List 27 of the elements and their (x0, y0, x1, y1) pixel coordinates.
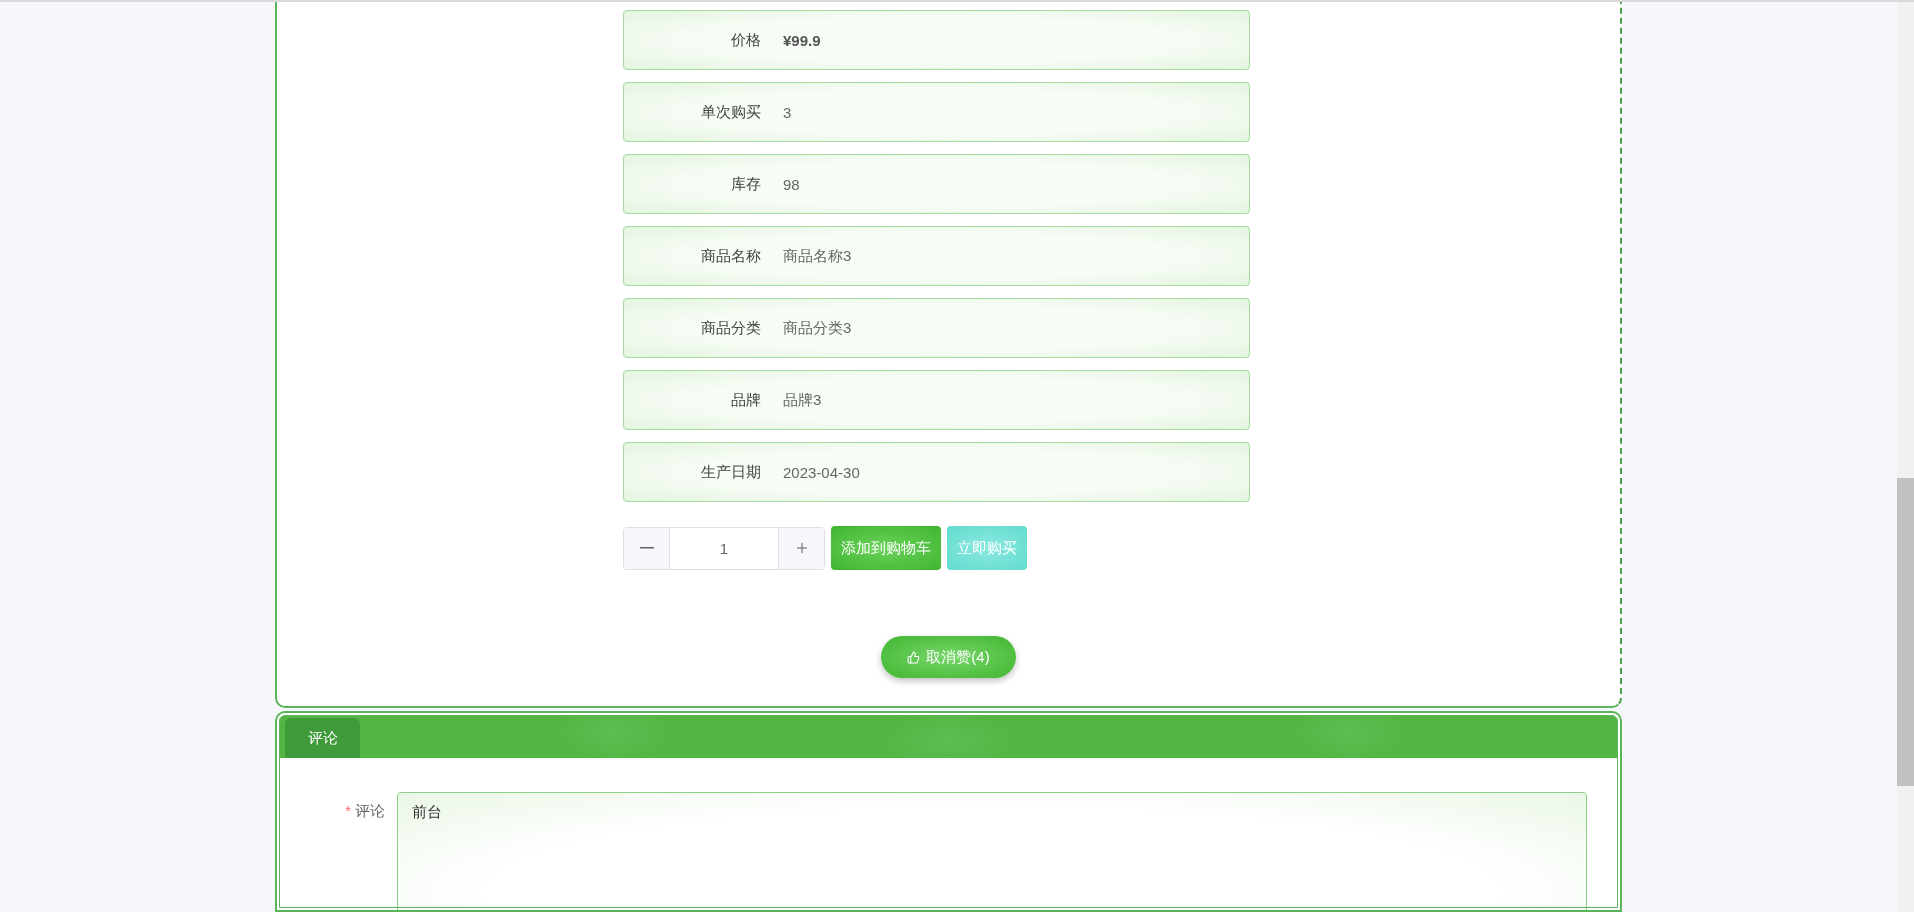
field-label: 库存 (730, 174, 761, 194)
field-label: 生产日期 (700, 462, 761, 482)
add-to-cart-button[interactable]: 添加到购物车 (831, 526, 941, 570)
field-label: 商品名称 (700, 246, 761, 266)
thumbs-up-icon (907, 650, 921, 664)
comment-tab[interactable]: 评论 (285, 718, 360, 758)
quantity-stepper[interactable]: 1 (623, 526, 825, 570)
field-label: 品牌 (730, 390, 761, 410)
like-button[interactable]: 取消赞(4) (881, 636, 1016, 678)
quantity-field[interactable]: 1 (669, 527, 779, 569)
field-label: 商品分类 (700, 318, 761, 338)
scrollbar[interactable] (1897, 2, 1914, 912)
field-value: 商品分类3 (783, 318, 852, 338)
field-value: 3 (783, 103, 792, 121)
price-value: ¥99.9 (783, 31, 821, 49)
field-value: 商品名称3 (783, 246, 852, 266)
field-value: 98 (783, 175, 800, 193)
field-value: 2023-04-30 (783, 463, 860, 481)
increase-button[interactable] (779, 527, 824, 569)
field-label: * 评论 (344, 801, 385, 821)
decrease-button[interactable] (624, 527, 669, 569)
required-mark: * (345, 802, 351, 819)
comment-field[interactable]: 前台 (397, 792, 1587, 910)
minus-icon (639, 547, 654, 549)
field-label: 价格 (730, 30, 761, 50)
field-value: 品牌3 (783, 390, 822, 410)
field-label: 单次购买 (700, 102, 761, 122)
